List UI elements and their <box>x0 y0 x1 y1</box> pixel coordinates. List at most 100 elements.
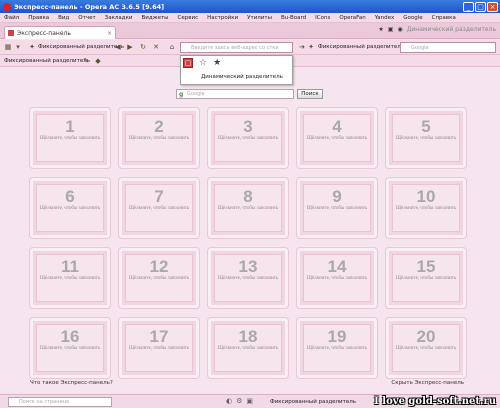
menu-item-widgets[interactable]: Виджеты <box>141 15 168 21</box>
star-icon[interactable]: ★ <box>378 26 383 33</box>
tab-bar: Экспресс-панель × ★ ▣ ◉ Динамический раз… <box>0 23 500 39</box>
eye-icon[interactable]: ◆ <box>94 57 102 65</box>
panel-icon[interactable]: ▦ <box>4 43 12 51</box>
fixed-separator-label-right: Фиксированный разделитель <box>318 44 404 50</box>
menu-item-help[interactable]: Справка <box>432 15 456 21</box>
cell-hint: Щёлкните, чтобы заполнить <box>306 136 368 141</box>
hide-speed-dial-link[interactable]: Скрыть Экспресс-панель <box>391 380 464 386</box>
toolbar-search-input[interactable]: Google <box>400 42 496 53</box>
globe-icon: ◉ <box>397 26 403 33</box>
tab-express-panel[interactable]: Экспресс-панель × <box>4 26 116 39</box>
cell-hint: Щёлкните, чтобы заполнить <box>395 346 457 351</box>
stop-icon[interactable]: ✕ <box>152 43 160 51</box>
search-button[interactable]: Поиск <box>297 89 323 99</box>
search-input[interactable]: g Google <box>176 89 294 99</box>
speed-dial-cell[interactable]: 17 Щёлкните, чтобы заполнить <box>119 318 199 378</box>
menu-item-file[interactable]: Файл <box>4 15 19 21</box>
menu-item-bu-board[interactable]: Bu-Board <box>281 15 306 21</box>
cell-number: 3 <box>243 117 253 136</box>
menu-item-settings[interactable]: Настройки <box>207 15 238 21</box>
speed-dial-cell[interactable]: 11 Щёлкните, чтобы заполнить <box>30 248 110 308</box>
cell-number: 20 <box>416 327 436 346</box>
cell-number: 10 <box>416 187 436 206</box>
menu-item-service[interactable]: Сервис <box>178 15 199 21</box>
speed-dial-cell[interactable]: 8 Щёлкните, чтобы заполнить <box>208 178 288 238</box>
cell-number: 9 <box>332 187 342 206</box>
cell-number: 12 <box>149 257 169 276</box>
speed-dial-cell[interactable]: 13 Щёлкните, чтобы заполнить <box>208 248 288 308</box>
menu-item-icons[interactable]: ICons <box>315 15 330 21</box>
status-bar: Поиск на странице ◐ ⚙ ▣ Фиксированный ра… <box>0 394 500 408</box>
menu-item-view[interactable]: Вид <box>58 15 69 21</box>
cell-hint: Щёлкните, чтобы заполнить <box>39 346 101 351</box>
close-icon[interactable]: × <box>487 1 498 12</box>
cell-hint: Щёлкните, чтобы заполнить <box>39 276 101 281</box>
panel-box-icon[interactable]: ▢ <box>183 58 193 68</box>
view-icon[interactable]: ▣ <box>246 397 253 405</box>
star-filled-icon[interactable]: ★ <box>213 58 221 68</box>
star-outline-icon[interactable]: ☆ <box>199 58 207 68</box>
back-icon[interactable]: ◀ <box>114 43 122 51</box>
dynamic-separator-label: Динамический разделитель <box>406 26 496 33</box>
address-input[interactable]: Введите здесь веб-адрес со стки <box>180 42 293 53</box>
speed-dial-cell[interactable]: 2 Щёлкните, чтобы заполнить <box>119 108 199 168</box>
menu-item-google[interactable]: Google <box>403 15 422 21</box>
speed-dial-cell[interactable]: 7 Щёлкните, чтобы заполнить <box>119 178 199 238</box>
cell-hint: Щёлкните, чтобы заполнить <box>217 276 279 281</box>
cell-hint: Щёлкните, чтобы заполнить <box>128 206 190 211</box>
speed-dial-cell[interactable]: 16 Щёлкните, чтобы заполнить <box>30 318 110 378</box>
cell-number: 14 <box>327 257 347 276</box>
separator-dropdown: ▢ ☆ ★ Динамический разделитель <box>180 55 293 85</box>
speed-dial-cell[interactable]: 15 Щёлкните, чтобы заполнить <box>386 248 466 308</box>
sync-icon[interactable]: ◐ <box>226 397 232 405</box>
minimize-icon[interactable]: _ <box>463 1 474 12</box>
forward-icon[interactable]: ▶ <box>126 43 134 51</box>
speed-dial-cell[interactable]: 10 Щёлкните, чтобы заполнить <box>386 178 466 238</box>
menu-item-edit[interactable]: Правка <box>28 15 49 21</box>
cell-hint: Щёлкните, чтобы заполнить <box>39 136 101 141</box>
reload-icon[interactable]: ↻ <box>139 43 147 51</box>
speed-dial-cell[interactable]: 9 Щёлкните, чтобы заполнить <box>297 178 377 238</box>
cell-hint: Щёлкните, чтобы заполнить <box>395 276 457 281</box>
cell-hint: Щёлкните, чтобы заполнить <box>217 346 279 351</box>
search-placeholder: Google <box>187 91 205 97</box>
cell-number: 15 <box>416 257 436 276</box>
settings-icon[interactable]: ⚙ <box>236 397 242 405</box>
go-icon[interactable]: ➔ <box>298 43 306 51</box>
home-icon[interactable]: ⌂ <box>168 43 176 51</box>
tab-close-icon[interactable]: × <box>107 30 112 37</box>
speed-dial-cell[interactable]: 1 Щёлкните, чтобы заполнить <box>30 108 110 168</box>
speed-dial-cell[interactable]: 5 Щёлкните, чтобы заполнить <box>386 108 466 168</box>
cell-number: 13 <box>238 257 258 276</box>
speed-dial-cell[interactable]: 19 Щёлкните, чтобы заполнить <box>297 318 377 378</box>
cell-number: 6 <box>65 187 75 206</box>
what-is-speed-dial-link[interactable]: Что такое Экспресс-панель? <box>30 380 113 386</box>
cell-hint: Щёлкните, чтобы заполнить <box>395 136 457 141</box>
cell-hint: Щёлкните, чтобы заполнить <box>306 206 368 211</box>
status-icons: ◐ ⚙ ▣ <box>226 397 253 405</box>
address-toolbar: ▦ ▾ ✦ Фиксированный разделитель ◀ ▶ ↻ ✕ … <box>0 40 500 55</box>
speed-dial-cell[interactable]: 20 Щёлкните, чтобы заполнить <box>386 318 466 378</box>
menu-item-report[interactable]: Отчет <box>78 15 95 21</box>
speed-dial-cell[interactable]: 3 Щёлкните, чтобы заполнить <box>208 108 288 168</box>
pin-icon[interactable]: ✎ <box>82 57 90 65</box>
menu-item-utilities[interactable]: Утилиты <box>247 15 272 21</box>
trash-icon[interactable]: ▣ <box>388 26 394 33</box>
speed-dial-cell[interactable]: 12 Щёлкните, чтобы заполнить <box>119 248 199 308</box>
maximize-icon[interactable]: □ <box>475 1 486 12</box>
menu-bar: Файл Правка Вид Отчет Закладки Виджеты С… <box>0 13 500 23</box>
find-in-page-input[interactable]: Поиск на странице <box>8 397 112 407</box>
chevron-down-icon[interactable]: ▾ <box>14 43 22 51</box>
cell-number: 17 <box>149 327 169 346</box>
speed-dial-cell[interactable]: 4 Щёлкните, чтобы заполнить <box>297 108 377 168</box>
cell-number: 5 <box>421 117 431 136</box>
speed-dial-cell[interactable]: 6 Щёлкните, чтобы заполнить <box>30 178 110 238</box>
menu-item-yandex[interactable]: Yandex <box>375 15 395 21</box>
cell-hint: Щёлкните, чтобы заполнить <box>306 276 368 281</box>
menu-item-bookmarks[interactable]: Закладки <box>105 15 133 21</box>
menu-item-operafan[interactable]: OperaFan <box>339 15 365 21</box>
speed-dial-cell[interactable]: 18 Щёлкните, чтобы заполнить <box>208 318 288 378</box>
dropdown-label[interactable]: Динамический разделитель <box>201 74 283 80</box>
speed-dial-cell[interactable]: 14 Щёлкните, чтобы заполнить <box>297 248 377 308</box>
status-separator-label: Фиксированный разделитель <box>270 399 356 405</box>
